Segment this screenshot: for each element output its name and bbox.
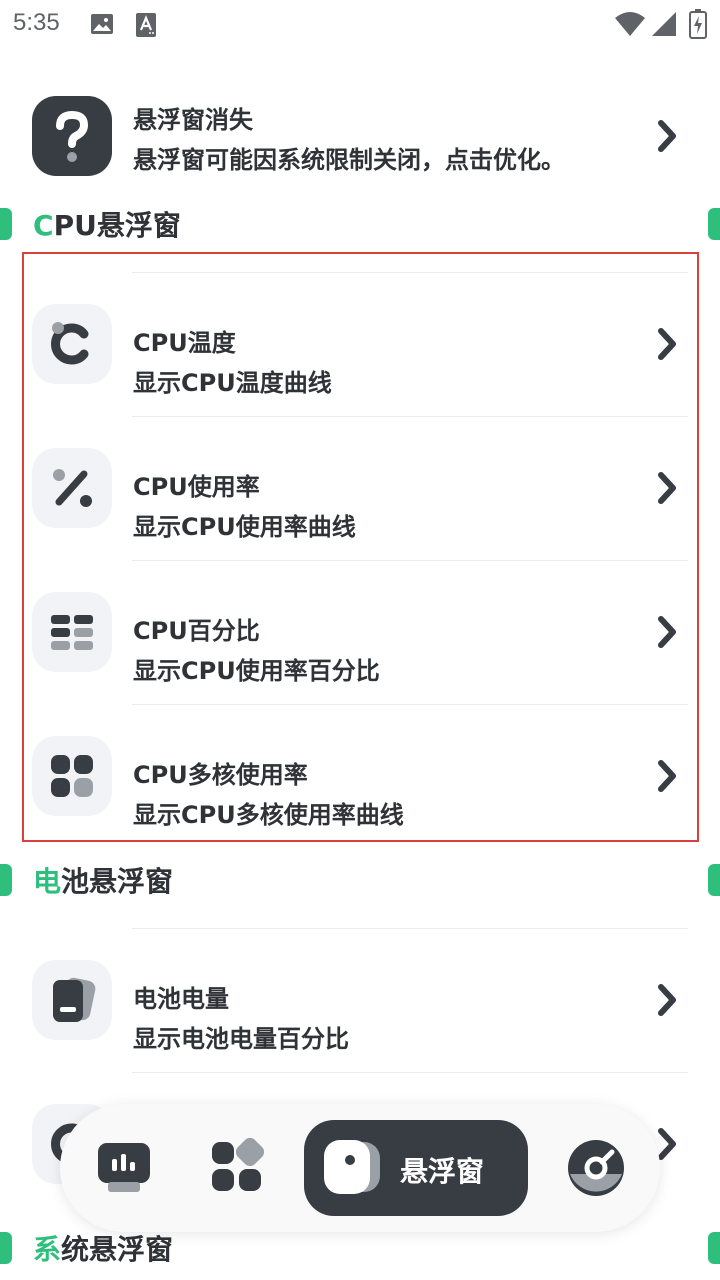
- divider: [132, 928, 688, 929]
- monitor-icon: [98, 1143, 150, 1192]
- multi-core-icon: [32, 736, 112, 816]
- section-title-rest: 池悬浮窗: [61, 865, 174, 898]
- apps-grid-icon: [212, 1137, 265, 1191]
- percent-icon: [32, 448, 112, 528]
- row-title: 电池电量: [133, 985, 229, 1013]
- disc-icon: [568, 1140, 624, 1196]
- wifi-icon: [614, 10, 646, 42]
- section-marker-right: [708, 208, 720, 240]
- divider: [132, 416, 688, 417]
- accessibility-notification-icon: [135, 12, 157, 42]
- section-title-accent: 电: [33, 865, 62, 898]
- nav-tools-button[interactable]: [196, 1126, 280, 1210]
- battery-icon: [32, 960, 112, 1040]
- section-marker-left: [0, 1232, 12, 1264]
- chevron-right-icon: [652, 116, 682, 156]
- chevron-right-icon: [652, 612, 682, 652]
- section-title: 系统悬浮窗: [33, 1228, 173, 1268]
- nav-disc-button[interactable]: [554, 1126, 638, 1210]
- notice-title: 悬浮窗消失: [133, 106, 253, 134]
- chevron-right-icon: [652, 980, 682, 1020]
- chevron-right-icon: [652, 324, 682, 364]
- section-header-cpu: CPU悬浮窗: [0, 200, 720, 250]
- row-subtitle: 显示CPU使用率曲线: [133, 513, 356, 541]
- floating-window-icon: [324, 1140, 380, 1194]
- nav-floating-window-label: 悬浮窗: [400, 1155, 485, 1188]
- row-subtitle: 显示电池电量百分比: [133, 1025, 349, 1053]
- cpu-percentage-row[interactable]: CPU百分比 显示CPU使用率百分比: [0, 560, 720, 704]
- cpu-temperature-row[interactable]: CPU温度 显示CPU温度曲线: [0, 272, 720, 416]
- nav-monitor-button[interactable]: [82, 1126, 166, 1210]
- section-marker-left: [0, 864, 12, 896]
- bottom-navigation: 悬浮窗: [60, 1104, 660, 1232]
- battery-level-row[interactable]: 电池电量 显示电池电量百分比: [0, 928, 720, 1072]
- section-title-rest: 统悬浮窗: [61, 1233, 174, 1266]
- row-title: CPU温度: [133, 329, 236, 357]
- floating-window-missing-row[interactable]: 悬浮窗消失 悬浮窗可能因系统限制关闭，点击优化。: [0, 86, 720, 186]
- section-marker-right: [708, 1232, 720, 1264]
- row-subtitle: 显示CPU多核使用率曲线: [133, 801, 404, 829]
- cpu-temperature-icon: [32, 304, 112, 384]
- battery-status-icon: [689, 9, 707, 43]
- chevron-right-icon: [652, 468, 682, 508]
- notice-subtitle: 悬浮窗可能因系统限制关闭，点击优化。: [133, 146, 565, 174]
- section-title-rest: PU悬浮窗: [53, 209, 181, 242]
- row-subtitle: 显示CPU使用率百分比: [133, 657, 380, 685]
- section-title-accent: C: [33, 209, 54, 242]
- chevron-right-icon: [652, 756, 682, 796]
- section-title: CPU悬浮窗: [33, 204, 181, 244]
- section-title: 电池悬浮窗: [33, 860, 173, 900]
- section-marker-right: [708, 864, 720, 896]
- cpu-usage-row[interactable]: CPU使用率 显示CPU使用率曲线: [0, 416, 720, 560]
- divider: [132, 704, 688, 705]
- gallery-notification-icon: [90, 12, 114, 40]
- help-icon: [32, 96, 112, 176]
- nav-floating-window-button[interactable]: 悬浮窗: [304, 1120, 528, 1216]
- section-marker-left: [0, 208, 12, 240]
- row-title: CPU百分比: [133, 617, 260, 645]
- divider: [132, 560, 688, 561]
- divider: [132, 272, 688, 273]
- cellular-signal-icon: [650, 10, 678, 42]
- row-title: CPU多核使用率: [133, 761, 308, 789]
- divider: [132, 1072, 688, 1073]
- row-subtitle: 显示CPU温度曲线: [133, 369, 332, 397]
- section-header-battery: 电池悬浮窗: [0, 856, 720, 906]
- row-title: CPU使用率: [133, 473, 260, 501]
- status-bar: 5:35: [0, 0, 720, 50]
- status-time: 5:35: [13, 9, 60, 36]
- list-grid-icon: [32, 592, 112, 672]
- section-title-accent: 系: [33, 1233, 62, 1266]
- cpu-multicore-row[interactable]: CPU多核使用率 显示CPU多核使用率曲线: [0, 704, 720, 848]
